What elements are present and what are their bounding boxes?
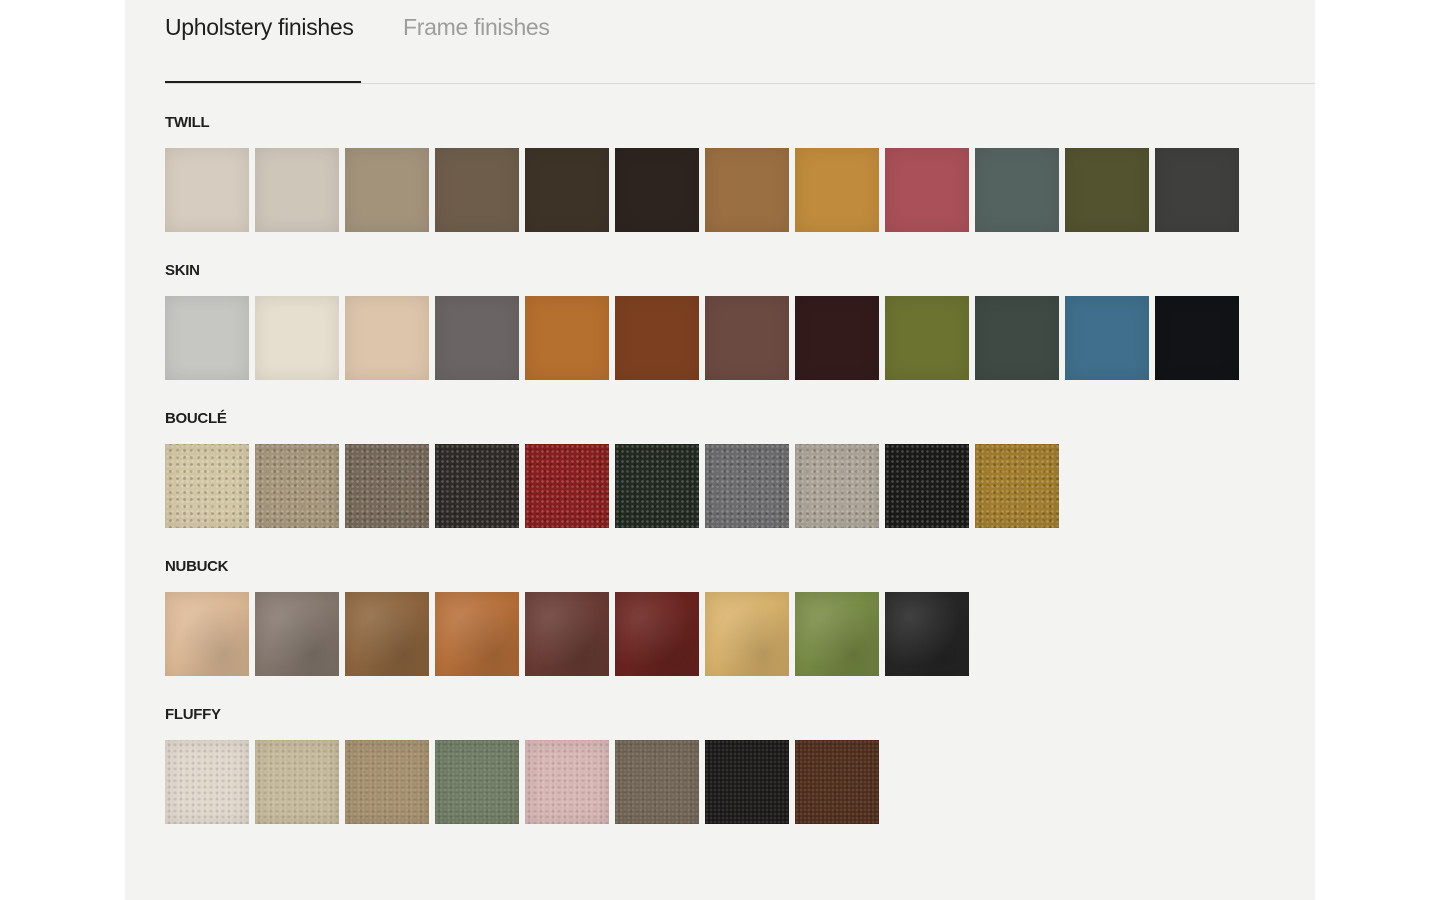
finish-swatch[interactable]	[885, 148, 969, 232]
finish-swatch[interactable]	[345, 148, 429, 232]
finish-swatch[interactable]	[975, 296, 1059, 380]
section-nubuck: NUBUCK	[165, 559, 969, 676]
finish-swatch[interactable]	[705, 740, 789, 824]
section-title: FLUFFY	[165, 706, 221, 723]
finish-swatch[interactable]	[525, 148, 609, 232]
finish-swatch[interactable]	[165, 592, 249, 676]
finish-swatch[interactable]	[165, 444, 249, 528]
finish-swatch[interactable]	[795, 148, 879, 232]
finish-swatch[interactable]	[525, 296, 609, 380]
section-title: BOUCLÉ	[165, 410, 227, 427]
section-skin: SKIN	[165, 263, 1239, 380]
finish-swatch[interactable]	[795, 592, 879, 676]
finish-swatch[interactable]	[705, 444, 789, 528]
finish-swatch[interactable]	[165, 148, 249, 232]
section-title: TWILL	[165, 114, 210, 131]
finish-swatch[interactable]	[795, 740, 879, 824]
finish-swatch[interactable]	[255, 148, 339, 232]
finish-swatch[interactable]	[615, 592, 699, 676]
finish-swatch[interactable]	[525, 592, 609, 676]
finish-swatch[interactable]	[1065, 148, 1149, 232]
finish-swatch[interactable]	[885, 444, 969, 528]
finish-swatch[interactable]	[435, 296, 519, 380]
finish-swatch[interactable]	[615, 296, 699, 380]
finish-swatch[interactable]	[615, 148, 699, 232]
finish-swatch[interactable]	[525, 740, 609, 824]
finish-swatch[interactable]	[345, 444, 429, 528]
finish-swatch[interactable]	[435, 592, 519, 676]
section-title: NUBUCK	[165, 558, 229, 575]
finish-swatch[interactable]	[975, 444, 1059, 528]
finish-swatch[interactable]	[705, 296, 789, 380]
section-title: SKIN	[165, 262, 200, 279]
finish-swatch[interactable]	[1155, 148, 1239, 232]
finish-swatch[interactable]	[255, 592, 339, 676]
tab-frame-finishes[interactable]: Frame finishes	[403, 14, 550, 41]
finish-swatch[interactable]	[615, 444, 699, 528]
swatch-grid	[165, 296, 1239, 380]
finish-swatch[interactable]	[975, 148, 1059, 232]
section-fluffy: FLUFFY	[165, 707, 879, 824]
finish-swatch[interactable]	[255, 296, 339, 380]
finish-swatch[interactable]	[255, 740, 339, 824]
tab-upholstery-finishes[interactable]: Upholstery finishes	[165, 14, 354, 41]
finish-swatch[interactable]	[345, 740, 429, 824]
swatch-grid	[165, 592, 969, 676]
swatch-grid	[165, 148, 1239, 232]
finish-swatch[interactable]	[345, 592, 429, 676]
finish-swatch[interactable]	[1155, 296, 1239, 380]
finish-swatch[interactable]	[165, 740, 249, 824]
finishes-panel: Upholstery finishes Frame finishes TWILL…	[125, 0, 1315, 900]
finish-swatch[interactable]	[1065, 296, 1149, 380]
finish-tabs: Upholstery finishes Frame finishes	[165, 0, 1315, 84]
section-twill: TWILL	[165, 115, 1239, 232]
finish-swatch[interactable]	[435, 148, 519, 232]
finish-swatch[interactable]	[705, 148, 789, 232]
finish-swatch[interactable]	[255, 444, 339, 528]
finish-swatch[interactable]	[795, 444, 879, 528]
finish-swatch[interactable]	[435, 740, 519, 824]
swatch-grid	[165, 740, 879, 824]
finish-swatch[interactable]	[705, 592, 789, 676]
finish-swatch[interactable]	[165, 296, 249, 380]
section-boucle: BOUCLÉ	[165, 411, 1059, 528]
active-tab-indicator	[165, 81, 361, 83]
finish-swatch[interactable]	[345, 296, 429, 380]
finish-swatch[interactable]	[795, 296, 879, 380]
finish-swatch[interactable]	[525, 444, 609, 528]
finish-swatch[interactable]	[615, 740, 699, 824]
finish-swatch[interactable]	[435, 444, 519, 528]
finish-swatch[interactable]	[885, 296, 969, 380]
finish-swatch[interactable]	[885, 592, 969, 676]
swatch-grid	[165, 444, 1059, 528]
